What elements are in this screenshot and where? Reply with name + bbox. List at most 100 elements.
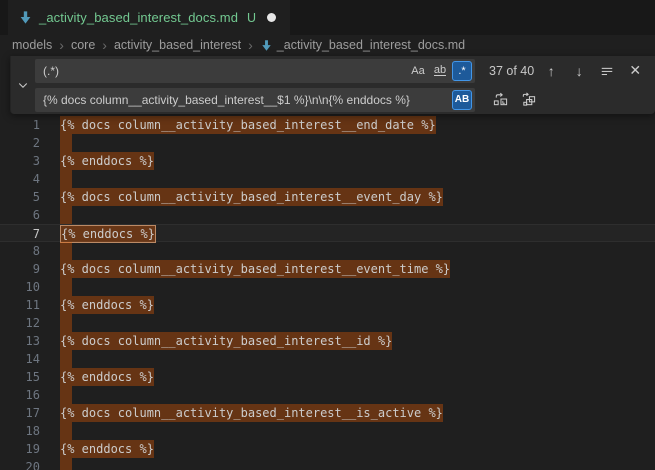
line-number: 15 [0, 368, 40, 386]
breadcrumb-file-label: _activity_based_interest_docs.md [277, 38, 465, 52]
find-match-highlight: {% docs column__activity_based_interest_… [60, 404, 443, 422]
modified-indicator-dot[interactable] [267, 13, 276, 22]
find-match-highlight: {% enddocs %} [60, 296, 154, 314]
whole-word-button[interactable]: ab [430, 61, 450, 81]
breadcrumb-separator-icon: › [248, 38, 253, 52]
code-line-6[interactable]: 6 [0, 206, 655, 224]
code-line-16[interactable]: 16 [0, 386, 655, 404]
replace-all-button[interactable] [517, 89, 539, 111]
line-number: 20 [0, 458, 40, 470]
code-line-2[interactable]: 2 [0, 134, 655, 152]
code-line-5[interactable]: 5 {% docs column__activity_based_interest… [0, 188, 655, 206]
find-match-highlight: {% enddocs %} [60, 368, 154, 386]
tab-filename: _activity_based_interest_docs.md [39, 10, 238, 25]
replace-input[interactable]: {% docs column__activity_based_interest_… [35, 88, 475, 112]
current-find-match: {% enddocs %} [60, 225, 156, 243]
code-text [60, 242, 72, 260]
find-match-highlight: {% docs column__activity_based_interest_… [60, 116, 436, 134]
breadcrumb-separator-icon: › [59, 38, 64, 52]
code-text [60, 134, 72, 152]
code-text [60, 278, 72, 296]
code-line-11[interactable]: 11 {% enddocs %} [0, 296, 655, 314]
breadcrumb-file[interactable]: _activity_based_interest_docs.md [260, 38, 465, 52]
line-number: 4 [0, 170, 40, 188]
code-line-18[interactable]: 18 [0, 422, 655, 440]
code-line-19[interactable]: 19 {% enddocs %} [0, 440, 655, 458]
find-match-highlight [60, 386, 72, 404]
match-count: 37 of 40 [489, 64, 534, 78]
line-number: 19 [0, 440, 40, 458]
match-case-button[interactable]: Aa [408, 61, 428, 81]
code-line-3[interactable]: 3{% enddocs %} [0, 152, 655, 170]
find-input[interactable]: (.*) Aa ab .* [35, 59, 475, 83]
code-line-8[interactable]: 8 [0, 242, 655, 260]
code-line-1[interactable]: 1 {% docs column__activity_based_interest… [0, 116, 655, 134]
regex-button[interactable]: .* [452, 61, 472, 81]
line-number: 17 [0, 404, 40, 422]
code-line-7[interactable]: 7 {% enddocs %} [0, 224, 655, 242]
find-match-highlight [60, 206, 72, 224]
code-text: {% docs column__activity_based_interest_… [60, 332, 392, 350]
line-number: 13 [0, 332, 40, 350]
code-line-4[interactable]: 4 [0, 170, 655, 188]
find-match-highlight: {% enddocs %} [60, 440, 154, 458]
line-number: 9 [0, 260, 40, 278]
breadcrumb: models › core › activity_based_interest … [0, 35, 655, 55]
find-match-highlight: {% docs column__activity_based_interest_… [60, 332, 392, 350]
code-text: {% docs column__activity_based_interest_… [60, 188, 443, 206]
find-match-highlight [60, 314, 72, 332]
tab-activity-docs[interactable]: _activity_based_interest_docs.md U [8, 0, 290, 35]
code-text: {% docs column__activity_based_interest_… [60, 116, 436, 134]
code-text [60, 422, 72, 440]
git-status-badge: U [247, 11, 256, 25]
markdown-file-icon [260, 39, 273, 52]
breadcrumb-models[interactable]: models [12, 38, 52, 52]
line-number: 11 [0, 296, 40, 314]
code-line-9[interactable]: 9 {% docs column__activity_based_interest… [0, 260, 655, 278]
breadcrumb-core[interactable]: core [71, 38, 95, 52]
code-line-12[interactable]: 12 [0, 314, 655, 332]
find-match-highlight: {% docs column__activity_based_interest_… [60, 260, 450, 278]
code-line-13[interactable]: 13 {% docs column__activity_based_interes… [0, 332, 655, 350]
find-match-highlight [60, 458, 72, 470]
next-match-button[interactable]: ↓ [568, 60, 590, 82]
line-number: 1 [0, 116, 40, 134]
code-line-10[interactable]: 10 [0, 278, 655, 296]
code-line-14[interactable]: 14 [0, 350, 655, 368]
find-match-highlight: {% docs column__activity_based_interest_… [60, 188, 443, 206]
find-match-highlight: {% enddocs %} [60, 152, 154, 170]
line-number: 7 [0, 225, 40, 241]
line-number: 5 [0, 188, 40, 206]
code-text: {% enddocs %} [60, 440, 154, 458]
line-number: 2 [0, 134, 40, 152]
preserve-case-button[interactable]: AB [452, 90, 472, 110]
line-number: 6 [0, 206, 40, 224]
code-text [60, 386, 72, 404]
code-line-17[interactable]: 17 {% docs column__activity_based_interes… [0, 404, 655, 422]
code-text: {% docs column__activity_based_interest_… [60, 404, 443, 422]
code-lines: 1 {% docs column__activity_based_interest… [0, 116, 655, 470]
close-find-widget-button[interactable]: ✕ [624, 60, 646, 82]
breadcrumb-separator-icon: › [102, 38, 107, 52]
find-in-selection-button[interactable] [596, 60, 618, 82]
code-text: {% enddocs %} [60, 296, 154, 314]
find-match-highlight [60, 278, 72, 296]
find-match-highlight [60, 134, 72, 152]
code-text [60, 458, 72, 470]
line-number: 10 [0, 278, 40, 296]
replace-button[interactable] [489, 89, 511, 111]
code-text: {% docs column__activity_based_interest_… [60, 260, 450, 278]
code-line-20[interactable]: 20 [0, 458, 655, 470]
line-number: 8 [0, 242, 40, 260]
editor-pane[interactable]: 1 {% docs column__activity_based_interest… [0, 55, 655, 470]
find-query-text: (.*) [43, 64, 59, 78]
previous-match-button[interactable]: ↑ [540, 60, 562, 82]
breadcrumb-activity-based-interest[interactable]: activity_based_interest [114, 38, 241, 52]
find-row: (.*) Aa ab .* 37 of 40 ↑ ↓ ✕ [35, 59, 646, 83]
find-match-highlight [60, 350, 72, 368]
code-text: {% enddocs %} [60, 368, 154, 386]
toggle-replace-button[interactable] [11, 56, 35, 114]
code-line-15[interactable]: 15 {% enddocs %} [0, 368, 655, 386]
find-match-highlight [60, 170, 72, 188]
tab-bar: _activity_based_interest_docs.md U [0, 0, 655, 35]
